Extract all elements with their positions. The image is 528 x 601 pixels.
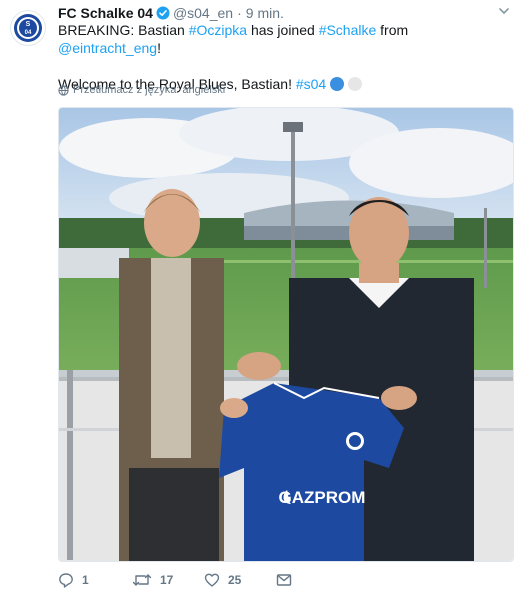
reply-icon xyxy=(59,573,73,588)
heart-icon xyxy=(204,573,220,587)
tweet-photo[interactable]: GAZPROM xyxy=(58,107,514,562)
like-button[interactable]: 25 xyxy=(204,572,241,588)
reply-count: 1 xyxy=(82,573,89,587)
text-segment: ! xyxy=(157,40,161,56)
tweet-line-1: BREAKING: Bastian #Oczipka has joined #S… xyxy=(58,21,510,57)
white-circle-emoji-icon xyxy=(348,77,363,91)
text-segment: from xyxy=(376,22,409,38)
avatar[interactable]: S 04 xyxy=(10,10,46,46)
hashtag-oczipka[interactable]: #Oczipka xyxy=(189,22,247,38)
envelope-icon xyxy=(276,574,292,586)
hashtag-schalke[interactable]: #Schalke xyxy=(319,22,377,38)
text-segment: BREAKING: Bastian xyxy=(58,22,189,38)
direct-message-button[interactable] xyxy=(276,572,292,588)
separator: · xyxy=(237,5,242,21)
mention-eintracht[interactable]: @eintracht_eng xyxy=(58,40,157,56)
tweet-header: FC Schalke 04 @s04_en · 9 min. xyxy=(58,4,496,22)
like-count: 25 xyxy=(228,573,242,587)
account-handle[interactable]: @s04_en xyxy=(173,5,233,21)
blue-circle-emoji-icon xyxy=(330,77,345,91)
retweet-count: 17 xyxy=(160,573,174,587)
chevron-down-icon[interactable] xyxy=(498,5,510,17)
verified-badge-icon xyxy=(156,6,170,20)
translate-label: Przetłumacz z języka: angielski xyxy=(73,84,226,96)
svg-text:S: S xyxy=(26,21,31,28)
jersey-sponsor-text: GAZPROM xyxy=(279,488,366,507)
tweet: S 04 FC Schalke 04 @s04_en · 9 min. BREA… xyxy=(0,0,528,601)
globe-icon xyxy=(58,84,69,96)
retweet-button[interactable]: 17 xyxy=(132,572,173,588)
reply-button[interactable]: 1 xyxy=(58,572,89,588)
retweet-icon xyxy=(132,574,152,586)
tweet-time[interactable]: 9 min. xyxy=(246,5,284,21)
account-name[interactable]: FC Schalke 04 xyxy=(58,5,153,21)
schalke-logo-icon: S 04 xyxy=(14,14,42,42)
hashtag-s04[interactable]: #s04 xyxy=(296,76,326,92)
photo-scene: GAZPROM xyxy=(59,108,513,561)
text-segment: has joined xyxy=(247,22,319,38)
svg-text:04: 04 xyxy=(25,30,32,36)
translate-link[interactable]: Przetłumacz z języka: angielski xyxy=(58,83,225,97)
